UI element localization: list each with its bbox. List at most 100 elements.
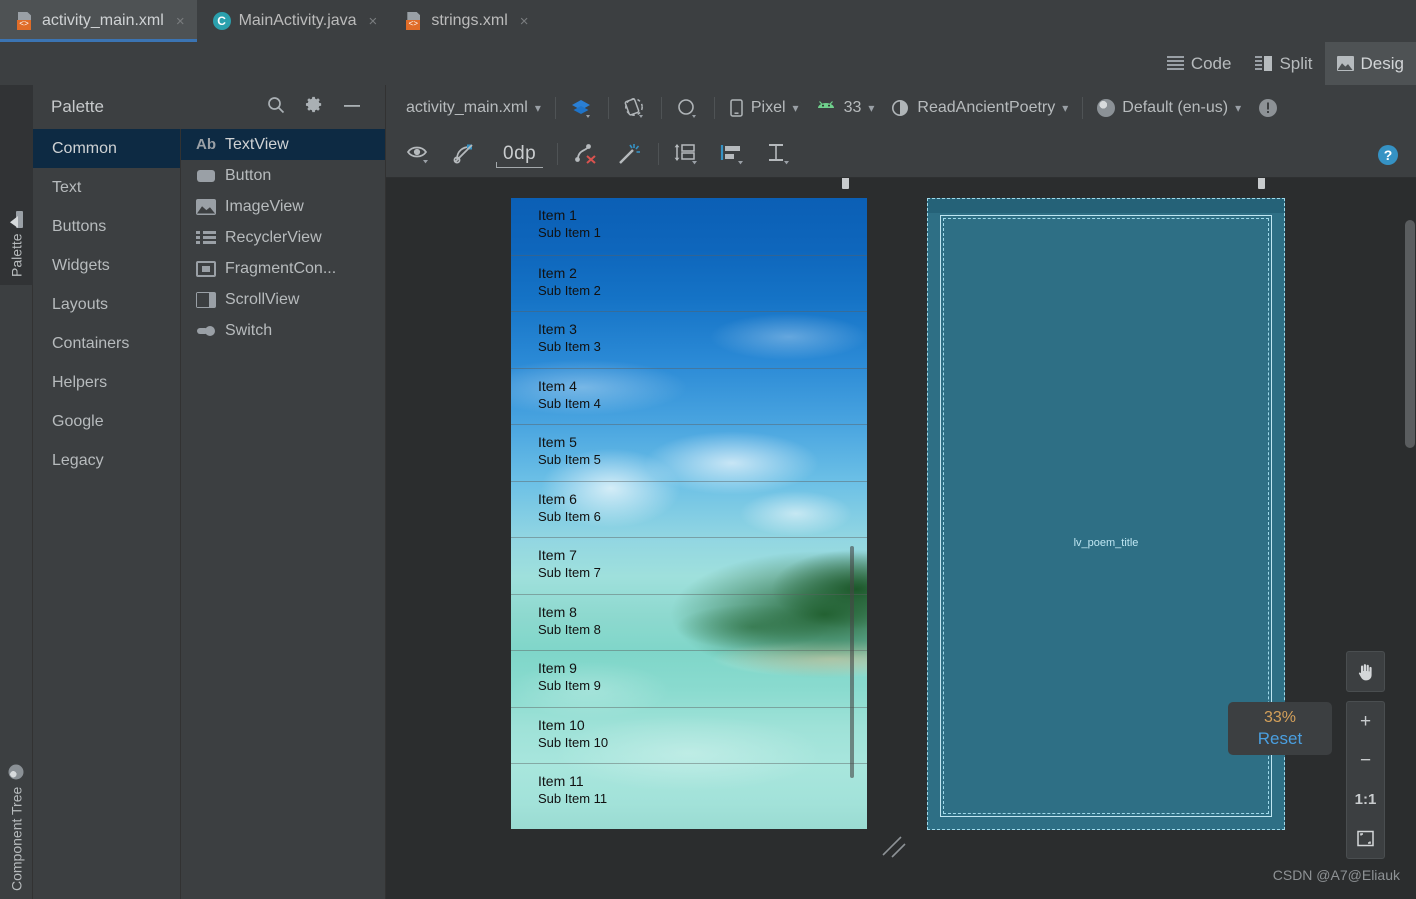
palette-category-common[interactable]: Common — [33, 129, 180, 168]
palette-widget-button[interactable]: Button — [181, 160, 385, 191]
help-icon[interactable]: ? — [1378, 145, 1398, 165]
zoom-out-button[interactable]: − — [1347, 741, 1384, 780]
search-icon[interactable] — [257, 95, 295, 120]
list-item-title: Item 5 — [538, 434, 577, 450]
file-variant-dropdown[interactable]: activity_main.xml ▾ — [398, 93, 549, 123]
minimize-icon[interactable] — [333, 97, 371, 117]
palette-widget-fragmentcontainer[interactable]: FragmentCon... — [181, 253, 385, 284]
blueprint-root-layout[interactable]: lv_poem_title — [940, 215, 1272, 817]
editor-tab-activity-main-xml[interactable]: <> activity_main.xml × — [0, 0, 197, 42]
palette-category-buttons[interactable]: Buttons — [33, 207, 180, 246]
margin-value[interactable]: 0dp — [496, 143, 544, 168]
list-item-subtitle: Sub Item 10 — [538, 734, 609, 750]
sidebar-item-component-tree[interactable]: Component Tree — [0, 684, 33, 899]
palette-category-layouts[interactable]: Layouts — [33, 285, 180, 324]
palette-category-widgets[interactable]: Widgets — [33, 246, 180, 285]
palette-category-containers[interactable]: Containers — [33, 324, 180, 363]
view-options-dropdown[interactable] — [562, 93, 602, 123]
xml-file-icon: <> — [405, 12, 423, 30]
default-margin-field[interactable]: 0dp — [488, 137, 551, 171]
close-icon[interactable]: × — [176, 13, 185, 30]
list-item[interactable]: Item 11 Sub Item 11 — [511, 763, 867, 820]
list-item[interactable]: Item 4 Sub Item 4 — [511, 367, 867, 425]
palette-widget-imageview[interactable]: ImageView — [181, 191, 385, 222]
design-canvas[interactable]: Item 1 Sub Item 1 Item 2 Sub Item 2 Item… — [386, 178, 1416, 899]
pack-dropdown[interactable] — [665, 137, 711, 171]
issues-button[interactable] — [1249, 93, 1287, 123]
zoom-in-button[interactable]: + — [1347, 702, 1384, 741]
eye-icon — [406, 146, 428, 163]
device-label: Pixel — [750, 98, 786, 116]
sidebar-item-palette[interactable]: Palette — [0, 85, 33, 285]
list-item[interactable]: Item 10 Sub Item 10 — [511, 706, 867, 764]
scrollview-icon — [196, 291, 216, 308]
list-item[interactable]: Item 2 Sub Item 2 — [511, 254, 867, 312]
autoconnect-toggle[interactable] — [444, 137, 488, 171]
list-item-title: Item 7 — [538, 547, 577, 563]
api-level-dropdown[interactable]: 33 ▾ — [807, 93, 883, 123]
palette-widget-list: Ab TextView Button ImageView RecyclerVie… — [180, 129, 385, 899]
zoom-to-fit-button[interactable] — [1347, 819, 1384, 858]
locale-dropdown[interactable]: Default (en-us) ▾ — [1089, 93, 1249, 123]
list-item-title: Item 11 — [538, 773, 584, 789]
imageview-icon — [196, 198, 216, 215]
zoom-to-fit-icon — [1357, 830, 1374, 847]
mode-code-button[interactable]: Code — [1155, 42, 1244, 85]
palette-category-text[interactable]: Text — [33, 168, 180, 207]
list-item-title: Item 8 — [538, 603, 577, 620]
scrollbar-thumb[interactable] — [1405, 220, 1415, 448]
editor-tab-mainactivity-java[interactable]: C MainActivity.java × — [197, 0, 390, 42]
actual-size-button[interactable]: 1:1 — [1347, 780, 1384, 819]
pan-button[interactable] — [1347, 652, 1384, 691]
align-dropdown[interactable] — [711, 137, 757, 171]
layers-icon — [571, 99, 590, 118]
palette-widget-recyclerview[interactable]: RecyclerView — [181, 222, 385, 253]
orientation-dropdown[interactable] — [615, 93, 655, 123]
palette-widget-scrollview[interactable]: ScrollView — [181, 284, 385, 315]
visibility-dropdown[interactable] — [398, 137, 444, 171]
list-item[interactable]: Item 1 Sub Item 1 — [511, 198, 867, 255]
theme-dropdown[interactable]: ReadAncientPoetry ▾ — [882, 93, 1076, 123]
palette-category-google[interactable]: Google — [33, 402, 180, 441]
palette-widget-switch[interactable]: Switch — [181, 315, 385, 346]
canvas-vertical-scrollbar[interactable] — [1403, 178, 1416, 899]
close-icon[interactable]: × — [520, 13, 529, 30]
watermark-text: CSDN @A7@Eliauk — [1272, 867, 1400, 883]
list-item[interactable]: Item 7 Sub Item 7 — [511, 537, 867, 594]
mode-split-button[interactable]: Split — [1243, 42, 1324, 85]
list-item[interactable]: Item 6 Sub Item 6 — [511, 480, 867, 538]
palette-icon — [10, 211, 23, 228]
night-mode-icon — [678, 98, 696, 118]
infer-constraints-button[interactable] — [608, 137, 652, 171]
blueprint-listview-bounds[interactable] — [943, 218, 1269, 814]
preview-scrollbar[interactable] — [850, 546, 854, 778]
list-item[interactable]: Item 5 Sub Item 5 — [511, 424, 867, 481]
list-item[interactable]: Item 8 Sub Item 8 — [511, 593, 867, 651]
palette-widget-label: Switch — [225, 321, 273, 339]
list-item-title: Item 1 — [538, 207, 577, 223]
component-tree-tab-label: Component Tree — [8, 786, 25, 891]
align-icon — [721, 144, 744, 164]
palette-widget-textview[interactable]: Ab TextView — [181, 129, 385, 160]
phone-icon — [730, 98, 743, 117]
guidelines-dropdown[interactable] — [757, 137, 803, 171]
close-icon[interactable]: × — [369, 13, 378, 30]
device-dropdown[interactable]: Pixel ▾ — [721, 93, 807, 123]
gear-icon[interactable] — [295, 95, 333, 119]
mode-design-button[interactable]: Desig — [1324, 42, 1416, 85]
resize-handle[interactable] — [881, 833, 907, 859]
clear-constraints-button[interactable] — [564, 137, 608, 171]
design-surface-toolbar: activity_main.xml ▾ Pixel ▾ 33 ▾ ReadAnc… — [386, 85, 1416, 130]
list-item-subtitle: Sub Item 7 — [538, 565, 601, 580]
list-item[interactable]: Item 9 Sub Item 9 — [511, 650, 867, 707]
editor-tab-strings-xml[interactable]: <> strings.xml × — [389, 0, 540, 42]
list-item[interactable]: Item 3 Sub Item 3 — [511, 311, 867, 368]
list-item-title: Item 10 — [538, 716, 585, 733]
theme-label: ReadAncientPoetry — [917, 98, 1056, 116]
palette-category-legacy[interactable]: Legacy — [33, 441, 180, 480]
palette-widget-label: ImageView — [225, 197, 304, 215]
palette-category-helpers[interactable]: Helpers — [33, 363, 180, 402]
zoom-reset-link[interactable]: Reset — [1228, 728, 1332, 749]
device-preview-rendered[interactable]: Item 1 Sub Item 1 Item 2 Sub Item 2 Item… — [511, 198, 867, 829]
theme-mode-dropdown[interactable] — [668, 93, 708, 123]
